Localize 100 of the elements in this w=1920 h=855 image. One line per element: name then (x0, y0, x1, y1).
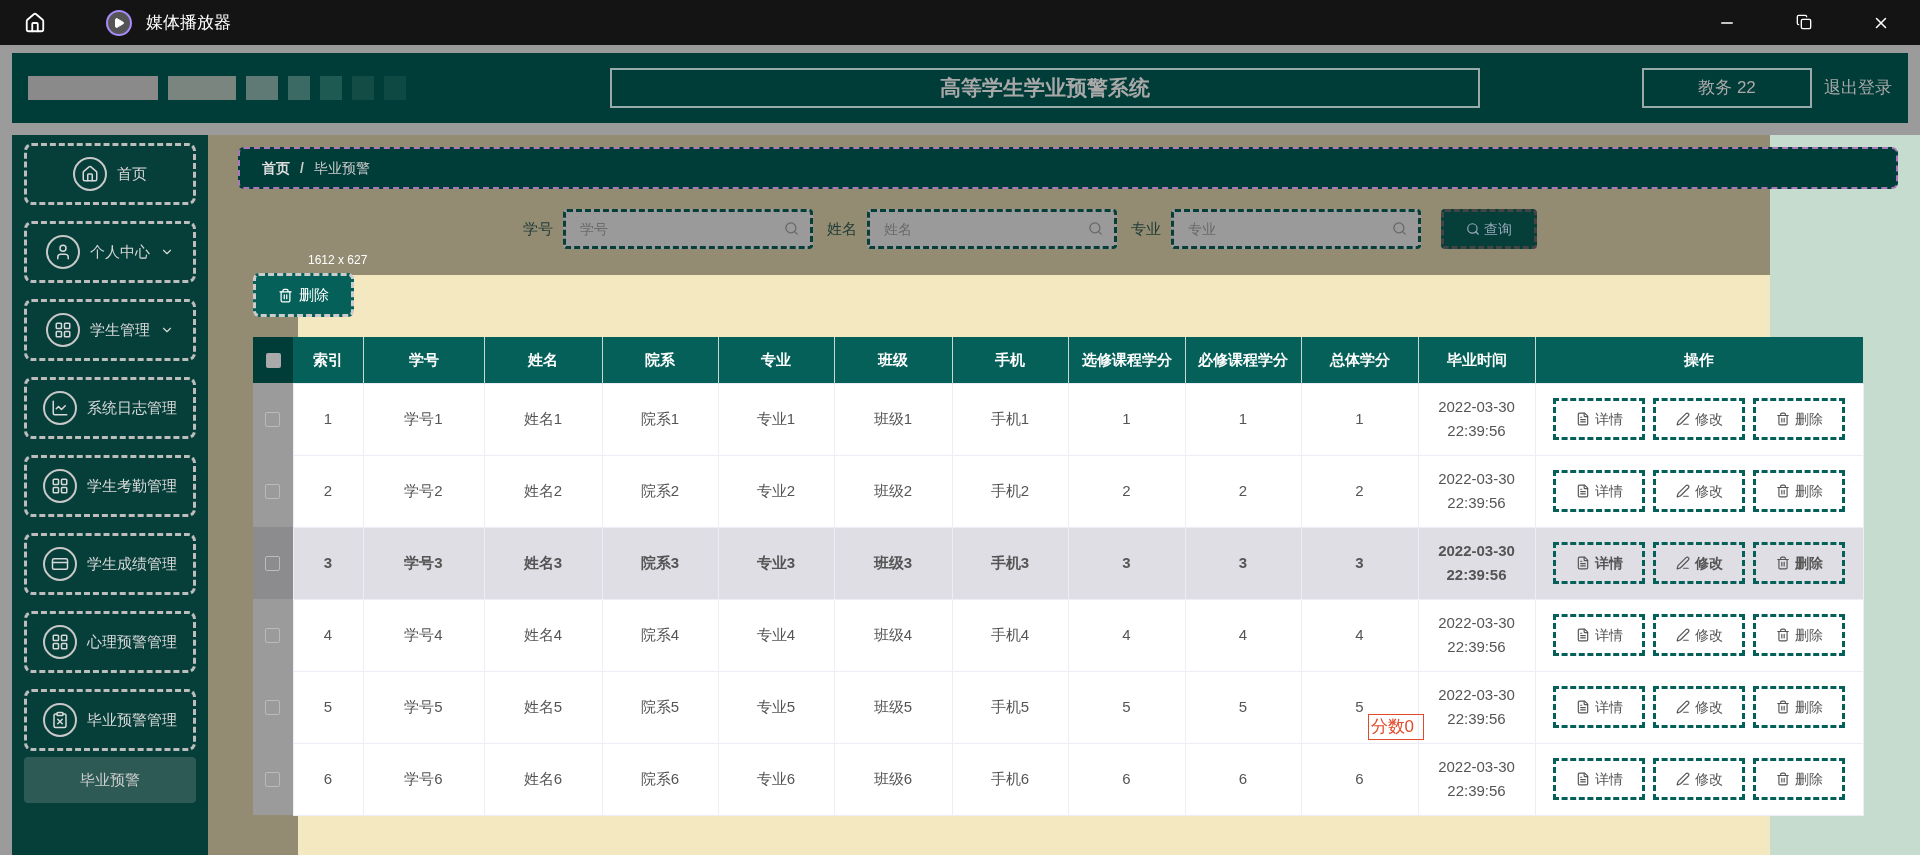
row-action-button[interactable]: 详情 (1553, 398, 1645, 440)
table-cell: 3 (1355, 554, 1364, 571)
restore-icon[interactable] (1796, 13, 1812, 30)
table-cell: 学号6 (404, 770, 443, 787)
sidebar-item[interactable]: 学生考勤管理 (24, 455, 196, 517)
column-header: 专业 (718, 337, 834, 383)
query-button[interactable]: 查询 (1441, 209, 1537, 249)
table-cell: 院系5 (640, 698, 680, 715)
table-cell: 班级5 (873, 698, 913, 715)
logout-link[interactable]: 退出登录 (1824, 75, 1892, 101)
table-cell: 专业6 (756, 770, 796, 787)
row-action-button[interactable]: 修改 (1653, 614, 1745, 656)
document-icon (1575, 412, 1590, 426)
delete-button[interactable]: 删除 (253, 273, 354, 317)
column-header: 总体学分 (1301, 337, 1418, 383)
home-icon (73, 157, 107, 191)
row-action-button[interactable]: 详情 (1553, 542, 1645, 584)
table-cell: 班级4 (873, 626, 913, 643)
document-icon (1575, 700, 1590, 714)
sidebar-item[interactable]: 个人中心 (24, 221, 196, 283)
home-icon[interactable] (24, 11, 46, 34)
table-cell: 班级3 (873, 554, 913, 571)
row-action-button[interactable]: 修改 (1653, 470, 1745, 512)
column-header: 手机 (952, 337, 1068, 383)
table-cell: 班级2 (873, 482, 913, 499)
row-action-button[interactable]: 修改 (1653, 542, 1745, 584)
table-cell: 手机5 (990, 698, 1030, 715)
table-cell: 院系2 (640, 482, 680, 499)
column-header: 必修课程学分 (1185, 337, 1301, 383)
row-action-button[interactable]: 删除 (1753, 614, 1845, 656)
table-cell: 6 (1355, 770, 1364, 787)
row-checkbox[interactable] (265, 772, 281, 788)
row-action-button[interactable]: 删除 (1753, 398, 1845, 440)
breadcrumb-item[interactable]: 首页 (262, 157, 290, 179)
table-cell: 姓名6 (523, 770, 563, 787)
table-cell-text: 2022-03-30 22:39:56 (1437, 541, 1516, 585)
document-icon (1575, 772, 1590, 786)
row-checkbox[interactable] (265, 556, 281, 572)
row-checkbox[interactable] (265, 412, 281, 428)
table-cell: 院系4 (640, 626, 680, 643)
table-cell: 2 (1355, 482, 1364, 499)
column-header: 索引 (293, 337, 363, 383)
row-action-button[interactable]: 删除 (1753, 686, 1845, 728)
submenu-item[interactable]: 毕业预警 (24, 757, 196, 803)
sidebar-item[interactable]: 毕业预警管理 (24, 689, 196, 751)
trash-icon (278, 287, 293, 303)
row-action-button[interactable]: 删除 (1753, 758, 1845, 800)
table-cell: 2 (323, 482, 333, 499)
sidebar-item[interactable]: 学生成绩管理 (24, 533, 196, 595)
table-cell: 手机2 (990, 482, 1030, 499)
column-header: 学号 (363, 337, 484, 383)
table-cell: 3 (1122, 554, 1131, 571)
column-header: 姓名 (484, 337, 602, 383)
select-all-checkbox[interactable] (265, 353, 281, 369)
trash-icon (1775, 772, 1790, 786)
trash-icon (1775, 700, 1790, 714)
row-action-button[interactable]: 删除 (1753, 542, 1845, 584)
row-action-button[interactable]: 详情 (1553, 758, 1645, 800)
table-cell: 专业4 (756, 626, 796, 643)
row-checkbox[interactable] (265, 484, 281, 500)
table-cell: 姓名4 (523, 626, 563, 643)
table-cell: 姓名2 (523, 482, 563, 499)
user-label: 教务 22 (1642, 68, 1812, 108)
sidebar-item[interactable]: 学生管理 (24, 299, 196, 361)
row-checkbox[interactable] (265, 700, 281, 716)
table-cell: 院系1 (640, 410, 680, 427)
chart-icon (43, 391, 77, 425)
search-icon (1088, 221, 1103, 236)
row-action-button[interactable]: 详情 (1553, 614, 1645, 656)
grid-icon (46, 313, 80, 347)
table-cell: 学号3 (404, 554, 443, 571)
document-icon (1575, 484, 1590, 498)
field-label: 学号 (523, 218, 553, 239)
trash-icon (1775, 484, 1790, 498)
table-cell: 5 (323, 698, 333, 715)
column-header: 院系 (602, 337, 718, 383)
row-action-button[interactable]: 详情 (1553, 686, 1645, 728)
pencil-icon (1675, 484, 1690, 498)
table-cell: 6 (1238, 770, 1248, 787)
row-action-button[interactable]: 修改 (1653, 758, 1745, 800)
annotation-box: 分数0 (1367, 713, 1424, 740)
column-header: 操作 (1535, 337, 1863, 383)
row-action-button[interactable]: 修改 (1653, 398, 1745, 440)
row-action-button[interactable]: 删除 (1753, 470, 1845, 512)
row-action-button[interactable]: 修改 (1653, 686, 1745, 728)
row-checkbox[interactable] (265, 628, 281, 644)
table-cell: 姓名5 (523, 698, 563, 715)
table-cell: 学号5 (404, 698, 443, 715)
breadcrumb-separator: / (300, 158, 304, 178)
table-cell-text: 2022-03-30 22:39:56 (1437, 469, 1516, 513)
table-cell: 4 (323, 626, 333, 643)
column-header: 选修课程学分 (1068, 337, 1185, 383)
row-action-button[interactable]: 详情 (1553, 470, 1645, 512)
sidebar-item[interactable]: 首页 (24, 143, 196, 205)
pencil-icon (1675, 700, 1690, 714)
sidebar-item[interactable]: 系统日志管理 (24, 377, 196, 439)
table-cell-text: 2022-03-30 22:39:56 (1437, 613, 1516, 657)
sidebar-item[interactable]: 心理预警管理 (24, 611, 196, 673)
pencil-icon (1675, 628, 1690, 642)
table-cell: 姓名3 (523, 554, 563, 571)
